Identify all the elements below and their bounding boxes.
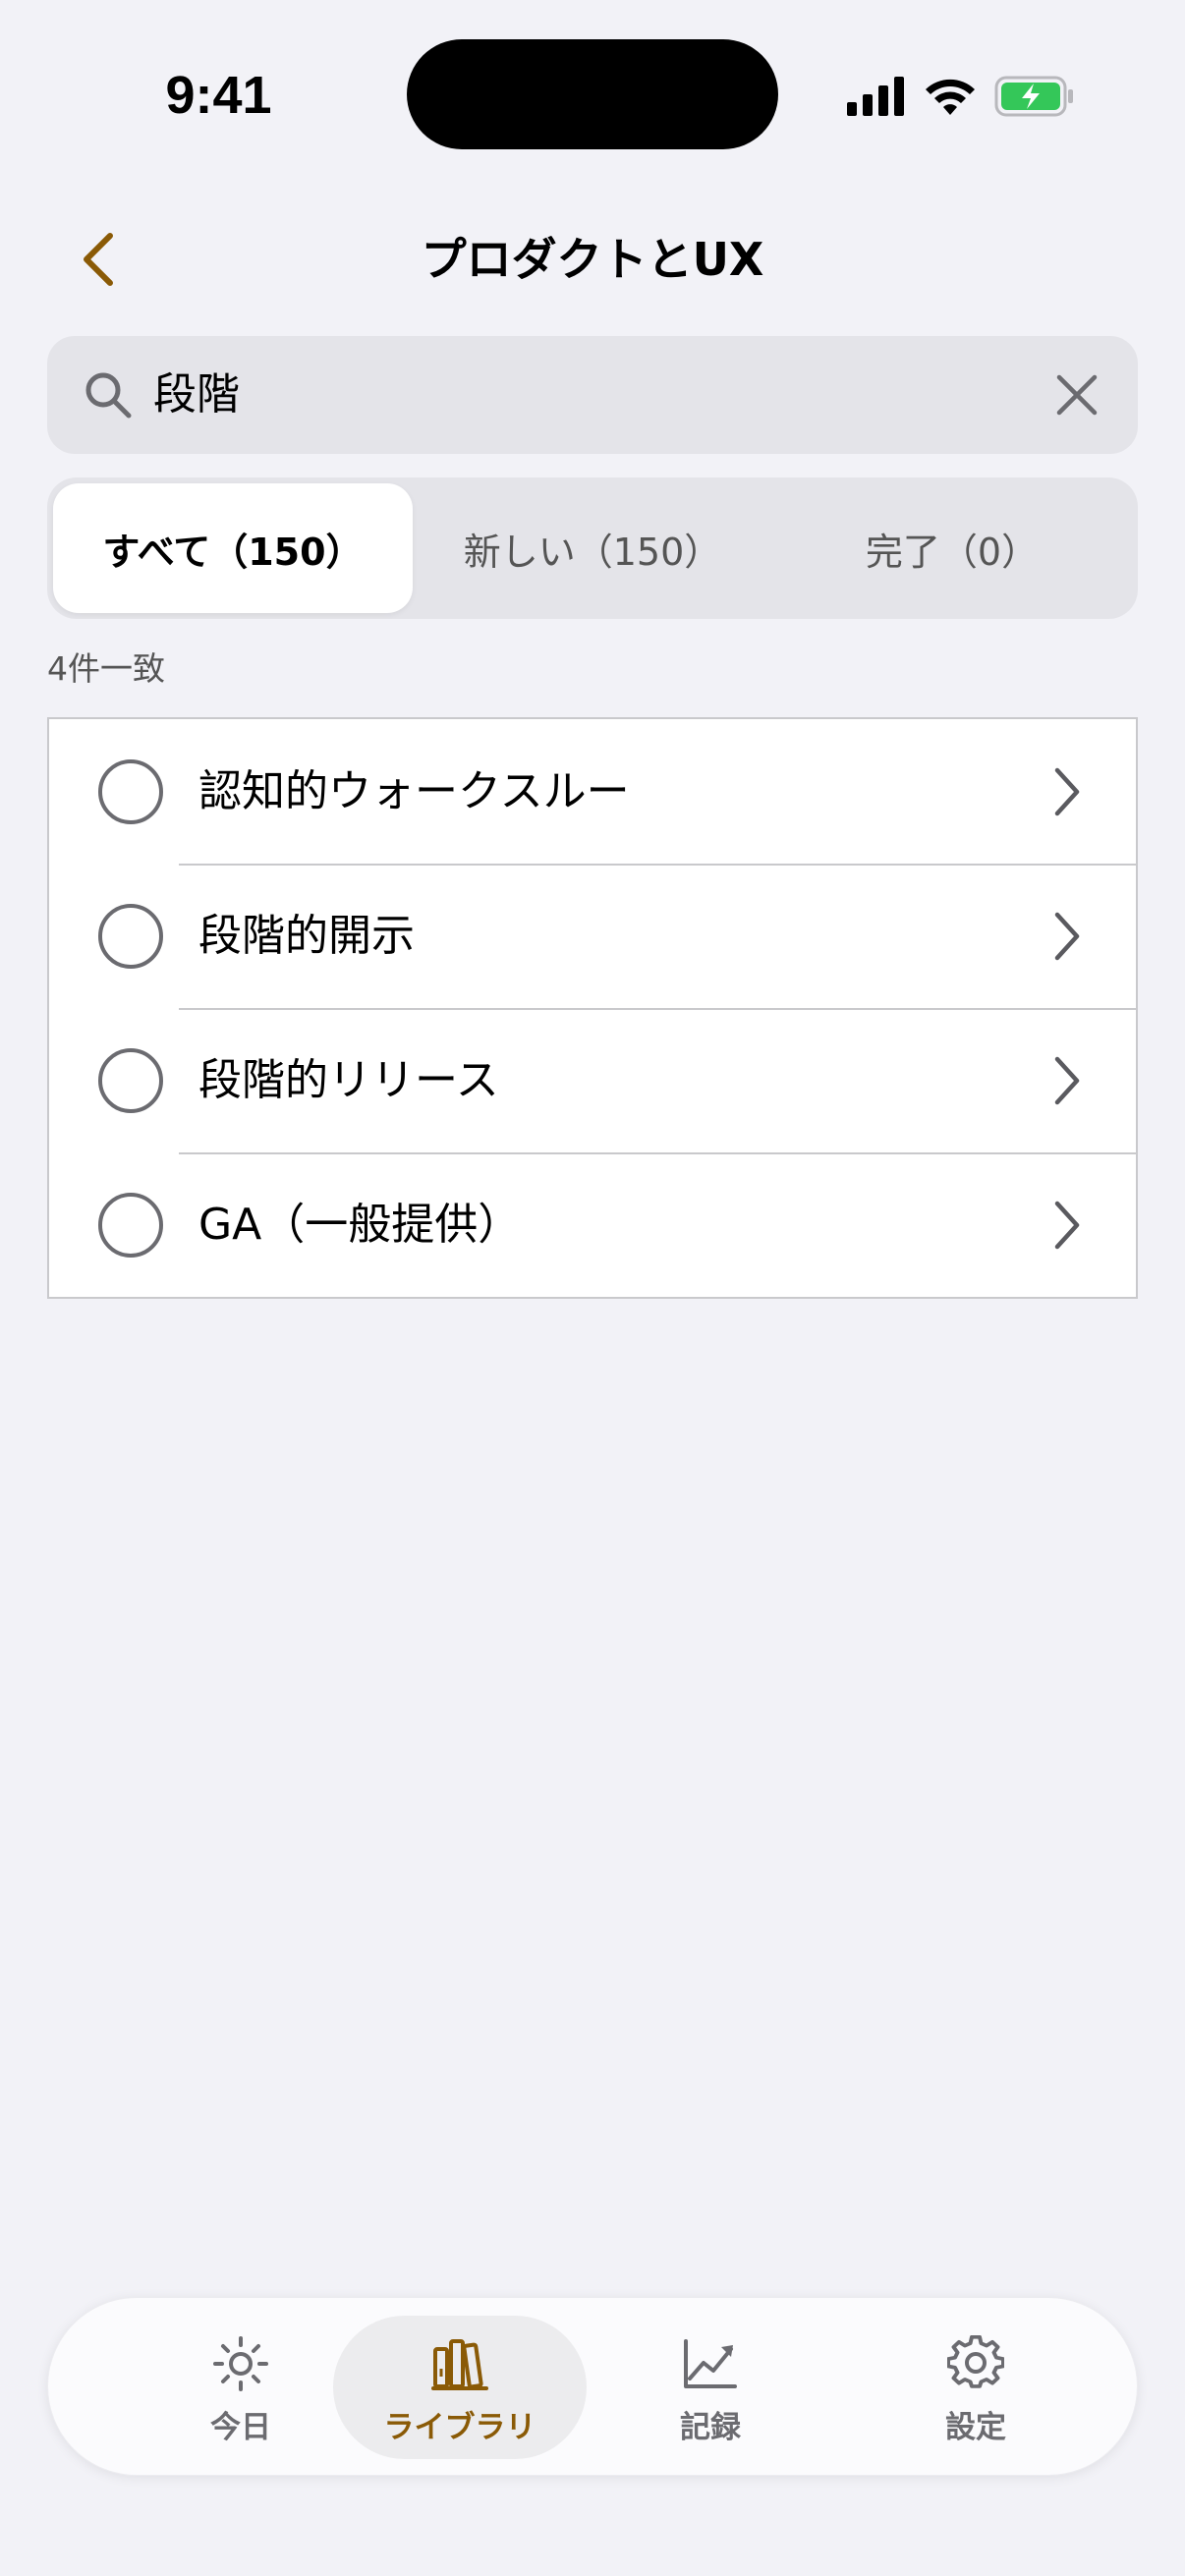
tab-settings[interactable]: 設定 bbox=[849, 2316, 1102, 2459]
list-item[interactable]: 段階的リリース bbox=[49, 1008, 1136, 1152]
search-input[interactable] bbox=[153, 356, 979, 434]
list-item-label: 段階的開示 bbox=[198, 910, 415, 961]
page-title: プロダクトとUX bbox=[421, 233, 764, 286]
wifi-icon bbox=[926, 79, 975, 115]
tab-label: 記録 bbox=[680, 2410, 741, 2445]
battery-charging-icon bbox=[994, 76, 1073, 117]
list-item-label: GA（一般提供） bbox=[198, 1199, 522, 1250]
tab-bar: 今日 ライブラリ 記録 設定 bbox=[47, 2297, 1138, 2476]
chevron-right-icon bbox=[1054, 1056, 1080, 1104]
chart-icon bbox=[684, 2339, 737, 2388]
sun-icon bbox=[213, 2336, 268, 2391]
completion-circle-icon[interactable] bbox=[98, 1047, 163, 1113]
tab-today[interactable]: 今日 bbox=[114, 2316, 367, 2459]
filter-segmented-control: すべて（150） 新しい（150） 完了（0） bbox=[47, 477, 1138, 619]
segment-all[interactable]: すべて（150） bbox=[53, 483, 413, 613]
list-item-label: 段階的リリース bbox=[198, 1054, 499, 1105]
chevron-right-icon bbox=[1054, 767, 1080, 815]
chevron-right-icon bbox=[1054, 912, 1080, 960]
tab-label: 今日 bbox=[210, 2410, 271, 2445]
list-item[interactable]: 認知的ウォークスルー bbox=[49, 719, 1136, 864]
books-icon bbox=[431, 2339, 488, 2390]
clear-search-icon[interactable] bbox=[1051, 369, 1102, 420]
chevron-right-icon bbox=[1054, 1201, 1080, 1249]
dynamic-island bbox=[407, 39, 778, 149]
chevron-left-icon bbox=[84, 233, 113, 286]
completion-circle-icon[interactable] bbox=[98, 758, 163, 824]
list-item[interactable]: 段階的開示 bbox=[49, 864, 1136, 1008]
tab-label: ライブラリ bbox=[383, 2410, 536, 2445]
results-list: 認知的ウォークスルー 段階的開示 段階的リリース GA（一般提供） bbox=[47, 717, 1138, 1299]
tab-records[interactable]: 記録 bbox=[584, 2316, 837, 2459]
cellular-signal-icon bbox=[847, 77, 904, 116]
gear-icon bbox=[947, 2335, 1004, 2388]
status-icons bbox=[847, 71, 1075, 122]
search-bar[interactable] bbox=[47, 336, 1138, 454]
segment-new[interactable]: 新しい（150） bbox=[413, 483, 772, 613]
list-item-label: 認知的ウォークスルー bbox=[198, 765, 630, 816]
search-icon bbox=[85, 372, 132, 419]
segment-done[interactable]: 完了（0） bbox=[772, 483, 1132, 613]
screen: 9:41 プロダクトとUX 段階 すべて（150） 新しい（150） 完了（0）… bbox=[0, 0, 1185, 2576]
tab-library[interactable]: ライブラリ bbox=[333, 2316, 587, 2459]
back-button[interactable] bbox=[67, 222, 130, 297]
match-count: 4件一致 bbox=[47, 649, 165, 688]
list-item[interactable]: GA（一般提供） bbox=[49, 1152, 1136, 1297]
completion-circle-icon[interactable] bbox=[98, 1192, 163, 1258]
status-time: 9:41 bbox=[165, 66, 272, 125]
tab-label: 設定 bbox=[945, 2410, 1006, 2445]
completion-circle-icon[interactable] bbox=[98, 903, 163, 969]
